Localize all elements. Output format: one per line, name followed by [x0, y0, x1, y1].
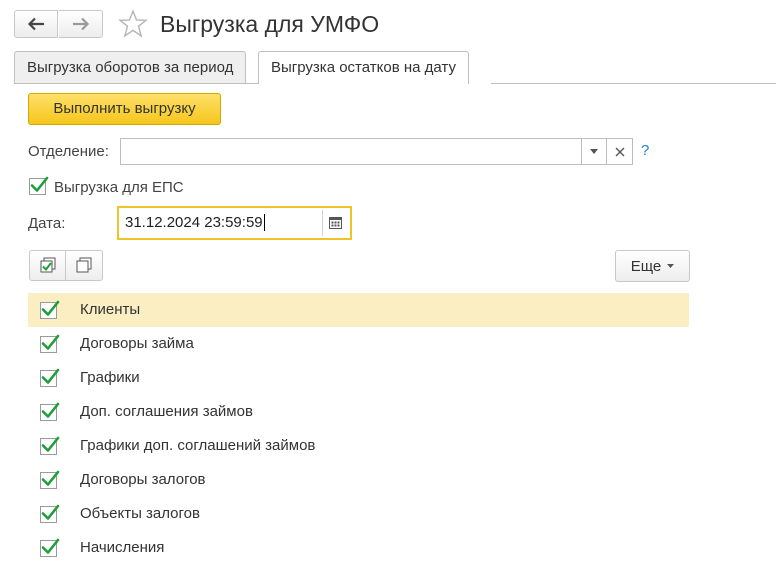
list-item[interactable]: Начисления	[28, 531, 689, 565]
close-icon	[615, 147, 624, 156]
list-item[interactable]: Графики	[28, 361, 689, 395]
date-separator	[322, 210, 323, 236]
item-label: Клиенты	[80, 301, 141, 318]
checkmark-icon	[30, 176, 49, 192]
item-label: Договоры залогов	[80, 471, 206, 488]
item-checkbox[interactable]	[40, 334, 60, 353]
tab-divider	[491, 83, 776, 84]
item-label: Графики	[80, 369, 140, 386]
eps-checkbox-label: Выгрузка для ЕПС	[54, 179, 184, 196]
list-item[interactable]: Доп. соглашения займов	[28, 395, 689, 429]
list-item[interactable]: Клиенты	[28, 293, 689, 327]
date-input[interactable]: 31.12.2024 23:59:59	[117, 206, 352, 240]
item-checkbox[interactable]	[40, 504, 60, 523]
star-icon[interactable]	[118, 9, 148, 39]
date-label: Дата:	[28, 215, 66, 232]
page-title: Выгрузка для УМФО	[160, 11, 380, 37]
list-item[interactable]: Договоры займа	[28, 327, 689, 361]
tab-balances-date[interactable]: Выгрузка остатков на дату	[258, 51, 469, 84]
arrow-left-icon	[27, 17, 44, 31]
item-checkbox[interactable]	[40, 368, 60, 387]
checkmark-icon	[41, 436, 60, 452]
more-button-label: Еще	[630, 257, 662, 275]
item-checkbox[interactable]	[40, 300, 60, 319]
department-clear-button[interactable]	[606, 138, 633, 165]
item-checkbox[interactable]	[40, 470, 60, 489]
item-checkbox[interactable]	[40, 538, 60, 557]
help-link[interactable]: ?	[641, 142, 649, 159]
more-button[interactable]: Еще	[615, 250, 690, 282]
item-label: Доп. соглашения займов	[80, 403, 253, 420]
checkmark-icon	[41, 538, 60, 554]
run-export-button[interactable]: Выполнить выгрузку	[28, 93, 221, 125]
department-input[interactable]	[120, 138, 582, 165]
item-label: Графики доп. соглашений займов	[80, 437, 316, 454]
item-checkbox[interactable]	[40, 436, 60, 455]
tab-turnover-period[interactable]: Выгрузка оборотов за период	[14, 51, 247, 84]
uncheck-all-icon	[76, 257, 92, 272]
item-label: Договоры займа	[80, 335, 194, 352]
arrow-right-icon	[72, 17, 89, 31]
list-item[interactable]: Графики доп. соглашений займов	[28, 429, 689, 463]
checkmark-icon	[41, 368, 60, 384]
forward-button[interactable]	[59, 10, 103, 38]
list-item[interactable]: Договоры залогов	[28, 463, 689, 497]
triangle-down-icon	[667, 264, 675, 268]
checkmark-icon	[41, 470, 60, 486]
checkmark-icon	[41, 504, 60, 520]
item-checkbox[interactable]	[40, 402, 60, 421]
export-items-list: Клиенты Договоры займа Графики Доп. согл…	[28, 293, 689, 565]
eps-checkbox[interactable]	[29, 176, 49, 195]
triangle-down-icon	[590, 149, 598, 154]
check-all-icon	[40, 257, 55, 272]
check-all-button[interactable]	[29, 250, 66, 281]
checkmark-icon	[41, 334, 60, 350]
item-label: Объекты залогов	[80, 505, 200, 522]
checkmark-icon	[41, 300, 60, 316]
back-button[interactable]	[14, 10, 58, 38]
calendar-icon[interactable]	[329, 216, 342, 229]
checkmark-icon	[41, 402, 60, 418]
list-item[interactable]: Объекты залогов	[28, 497, 689, 531]
department-dropdown-button[interactable]	[581, 138, 607, 165]
date-value: 31.12.2024 23:59:59	[125, 214, 265, 231]
item-label: Начисления	[80, 539, 165, 556]
uncheck-all-button[interactable]	[65, 250, 103, 281]
tab-divider	[14, 83, 258, 84]
department-label: Отделение:	[28, 143, 109, 160]
